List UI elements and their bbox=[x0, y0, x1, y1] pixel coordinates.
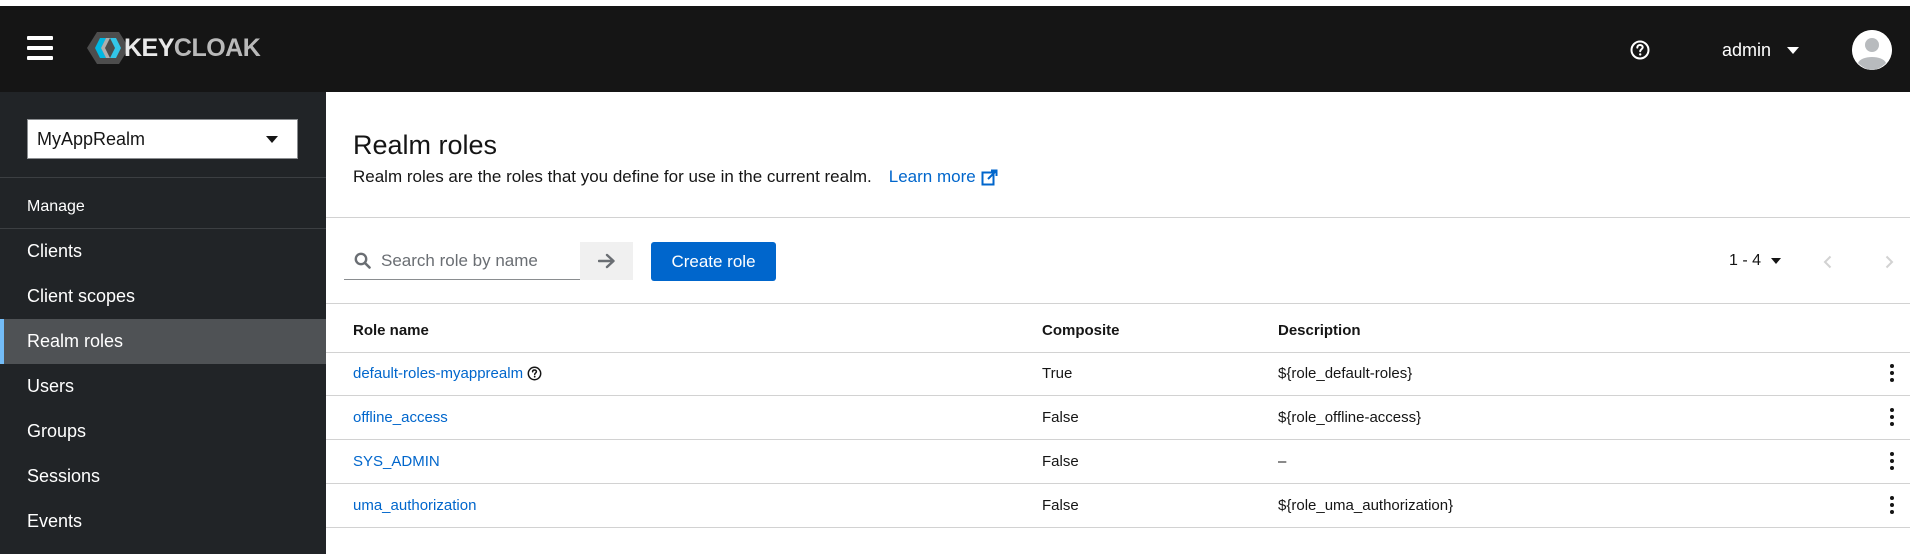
main-content: Realm roles Realm roles are the roles th… bbox=[326, 92, 1910, 554]
masthead: KEYCLOAK admin bbox=[0, 6, 1910, 92]
page-description: Realm roles are the roles that you defin… bbox=[353, 167, 998, 187]
search-icon bbox=[354, 252, 371, 269]
sidebar: MyAppRealm Manage Clients Client scopes … bbox=[0, 92, 326, 554]
avatar-icon[interactable] bbox=[1852, 30, 1892, 70]
composite-value: False bbox=[1042, 409, 1079, 426]
search-submit-button[interactable] bbox=[580, 242, 633, 280]
user-name: admin bbox=[1722, 39, 1772, 60]
role-name: default-roles-myapprealm bbox=[353, 365, 524, 382]
sidebar-item-groups[interactable]: Groups bbox=[0, 409, 326, 454]
keycloak-logo[interactable]: KEYCLOAK bbox=[86, 30, 261, 66]
help-icon[interactable] bbox=[527, 366, 542, 381]
realm-name: MyAppRealm bbox=[37, 128, 146, 149]
learn-more-label: Learn more bbox=[888, 167, 976, 186]
keycloak-wordmark: KEYCLOAK bbox=[124, 33, 261, 62]
nav-section-manage: Manage bbox=[27, 198, 85, 215]
composite-value: True bbox=[1042, 365, 1073, 382]
user-menu-toggle[interactable]: admin bbox=[1722, 38, 1800, 62]
previous-page-icon[interactable] bbox=[1820, 254, 1836, 270]
column-header-role-name[interactable]: Role name bbox=[353, 322, 429, 339]
description-value: ${role_default-roles} bbox=[1278, 365, 1413, 382]
column-header-composite: Composite bbox=[1042, 322, 1120, 339]
table-row: default-roles-myapprealm True ${role_def… bbox=[326, 353, 1910, 396]
arrow-right-icon bbox=[597, 253, 615, 269]
toolbar-divider bbox=[326, 303, 1910, 304]
caret-down-icon bbox=[266, 136, 278, 143]
realm-selector[interactable]: MyAppRealm bbox=[27, 119, 298, 159]
column-header-description: Description bbox=[1278, 322, 1361, 339]
sidebar-item-users[interactable]: Users bbox=[0, 364, 326, 409]
header-divider bbox=[326, 217, 1910, 218]
menu-icon[interactable] bbox=[27, 36, 53, 60]
sidebar-item-realm-roles[interactable]: Realm roles bbox=[0, 319, 326, 364]
description-text: Realm roles are the roles that you defin… bbox=[353, 167, 872, 186]
sidebar-item-sessions[interactable]: Sessions bbox=[0, 454, 326, 499]
external-link-icon bbox=[981, 169, 998, 185]
description-value: ${role_offline-access} bbox=[1278, 409, 1422, 426]
sidebar-item-events[interactable]: Events bbox=[0, 499, 326, 544]
kebab-menu-icon[interactable] bbox=[1889, 452, 1895, 472]
description-value: ${role_uma_authorization} bbox=[1278, 497, 1454, 514]
sidebar-item-clients[interactable]: Clients bbox=[0, 229, 326, 274]
help-icon[interactable] bbox=[1629, 39, 1651, 61]
learn-more-link[interactable]: Learn more bbox=[889, 167, 998, 187]
page-title: Realm roles bbox=[353, 130, 498, 160]
next-page-icon[interactable] bbox=[1881, 254, 1897, 270]
search-box bbox=[344, 242, 580, 280]
role-link[interactable]: offline_access bbox=[353, 409, 448, 426]
role-link[interactable]: uma_authorization bbox=[353, 497, 476, 514]
kebab-menu-icon[interactable] bbox=[1889, 364, 1895, 384]
nav-divider bbox=[0, 177, 326, 178]
kebab-menu-icon[interactable] bbox=[1889, 408, 1895, 428]
kebab-menu-icon[interactable] bbox=[1889, 496, 1895, 516]
role-link[interactable]: SYS_ADMIN bbox=[353, 453, 440, 470]
pagination-range: 1 - 4 bbox=[1729, 252, 1762, 269]
composite-value: False bbox=[1042, 453, 1079, 470]
create-role-button[interactable]: Create role bbox=[651, 242, 776, 281]
description-value: – bbox=[1278, 453, 1287, 470]
table-row: offline_access False ${role_offline-acce… bbox=[326, 397, 1910, 440]
role-link[interactable]: default-roles-myapprealm bbox=[353, 365, 542, 382]
pagination-toggle[interactable]: 1 - 4 bbox=[1729, 252, 1782, 270]
table-row: uma_authorization False ${role_uma_autho… bbox=[326, 485, 1910, 528]
caret-down-icon bbox=[1787, 46, 1800, 54]
composite-value: False bbox=[1042, 497, 1079, 514]
table-row: SYS_ADMIN False – bbox=[326, 441, 1910, 484]
sidebar-item-client-scopes[interactable]: Client scopes bbox=[0, 274, 326, 319]
caret-down-icon bbox=[1771, 258, 1782, 264]
search-input[interactable] bbox=[381, 250, 571, 271]
